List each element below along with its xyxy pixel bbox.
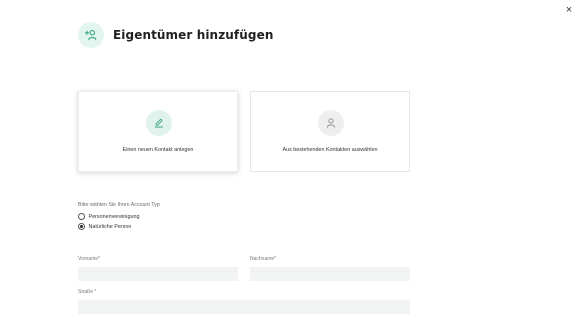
existing-contact-option[interactable]: Aus bestehenden Kontakten auswählen bbox=[250, 91, 410, 172]
person-icon bbox=[318, 110, 344, 136]
vorname-field[interactable] bbox=[78, 267, 238, 281]
vorname-label: Vorname* bbox=[78, 256, 100, 262]
radio-dot bbox=[79, 224, 84, 229]
radio-personenvereinigung[interactable]: Personenvereinigung bbox=[78, 213, 139, 220]
radio-circle[interactable] bbox=[78, 213, 85, 220]
new-contact-label: Einen neuen Kontakt anlegen bbox=[122, 147, 194, 153]
strasse-field[interactable] bbox=[78, 300, 410, 314]
pencil-icon bbox=[146, 110, 172, 136]
radio-label: Natürliche Person bbox=[88, 223, 132, 230]
close-button[interactable]: × bbox=[563, 4, 575, 16]
dialog-header: Eigentümer hinzufügen bbox=[78, 22, 273, 48]
nachname-field[interactable] bbox=[250, 267, 410, 281]
existing-contact-label: Aus bestehenden Kontakten auswählen bbox=[282, 147, 378, 153]
radio-label: Personenvereinigung bbox=[88, 213, 140, 220]
radio-natuerliche-person[interactable]: Natürliche Person bbox=[78, 223, 131, 230]
page-title: Eigentümer hinzufügen bbox=[113, 28, 274, 42]
account-type-label: Bitte wählen Sie Ihren Account Typ bbox=[78, 202, 160, 208]
nachname-label: Nachname* bbox=[250, 256, 277, 262]
strasse-label: Straße * bbox=[78, 289, 97, 295]
new-contact-option[interactable]: Einen neuen Kontakt anlegen bbox=[78, 91, 238, 172]
radio-circle-checked[interactable] bbox=[78, 223, 85, 230]
close-icon: × bbox=[565, 4, 573, 16]
add-person-icon bbox=[78, 22, 104, 48]
